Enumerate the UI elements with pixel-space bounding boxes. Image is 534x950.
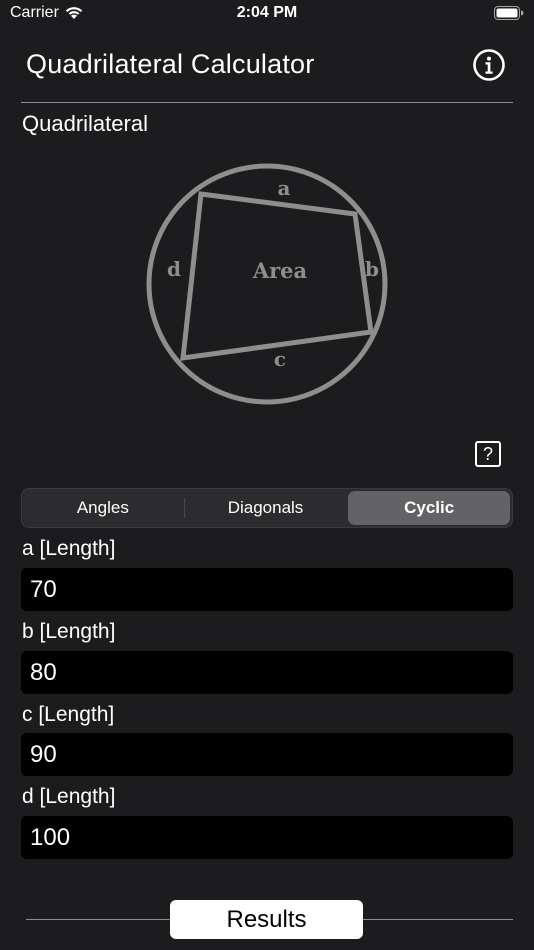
results-button[interactable]: Results	[170, 900, 363, 939]
field-b-label: b [Length]	[22, 620, 116, 643]
cyclic-quadrilateral-diagram: a b c d Area	[146, 163, 388, 405]
tab-angles[interactable]: Angles	[22, 489, 184, 527]
side-a-input[interactable]	[21, 568, 513, 611]
tab-diagonals[interactable]: Diagonals	[185, 489, 347, 527]
side-c-input[interactable]	[21, 733, 513, 776]
side-d-input[interactable]	[21, 816, 513, 859]
info-button[interactable]	[473, 49, 505, 81]
side-b-label: b	[365, 257, 379, 281]
side-b-input[interactable]	[21, 651, 513, 694]
side-d-label: d	[167, 257, 181, 281]
section-title: Quadrilateral	[22, 111, 148, 136]
tab-cyclic[interactable]: Cyclic	[348, 491, 511, 525]
side-a-label: a	[278, 176, 291, 200]
field-c-label: c [Length]	[22, 703, 115, 726]
calculator-screen: Carrier 2:04 PM Quadrilateral Calculator…	[0, 0, 534, 950]
calculation-mode-segmented-control: Angles Diagonals Cyclic	[21, 488, 513, 528]
help-button[interactable]: ?	[475, 441, 501, 467]
battery-full-icon	[494, 6, 524, 20]
page-title: Quadrilateral Calculator	[26, 49, 315, 79]
field-d-label: d [Length]	[22, 785, 116, 808]
area-label: Area	[252, 258, 308, 283]
status-bar: Carrier 2:04 PM	[0, 0, 534, 30]
field-a-label: a [Length]	[22, 537, 116, 560]
info-circle-icon	[473, 49, 505, 81]
status-time: 2:04 PM	[236, 4, 298, 21]
header-divider	[21, 102, 513, 103]
side-c-label: c	[274, 347, 286, 371]
